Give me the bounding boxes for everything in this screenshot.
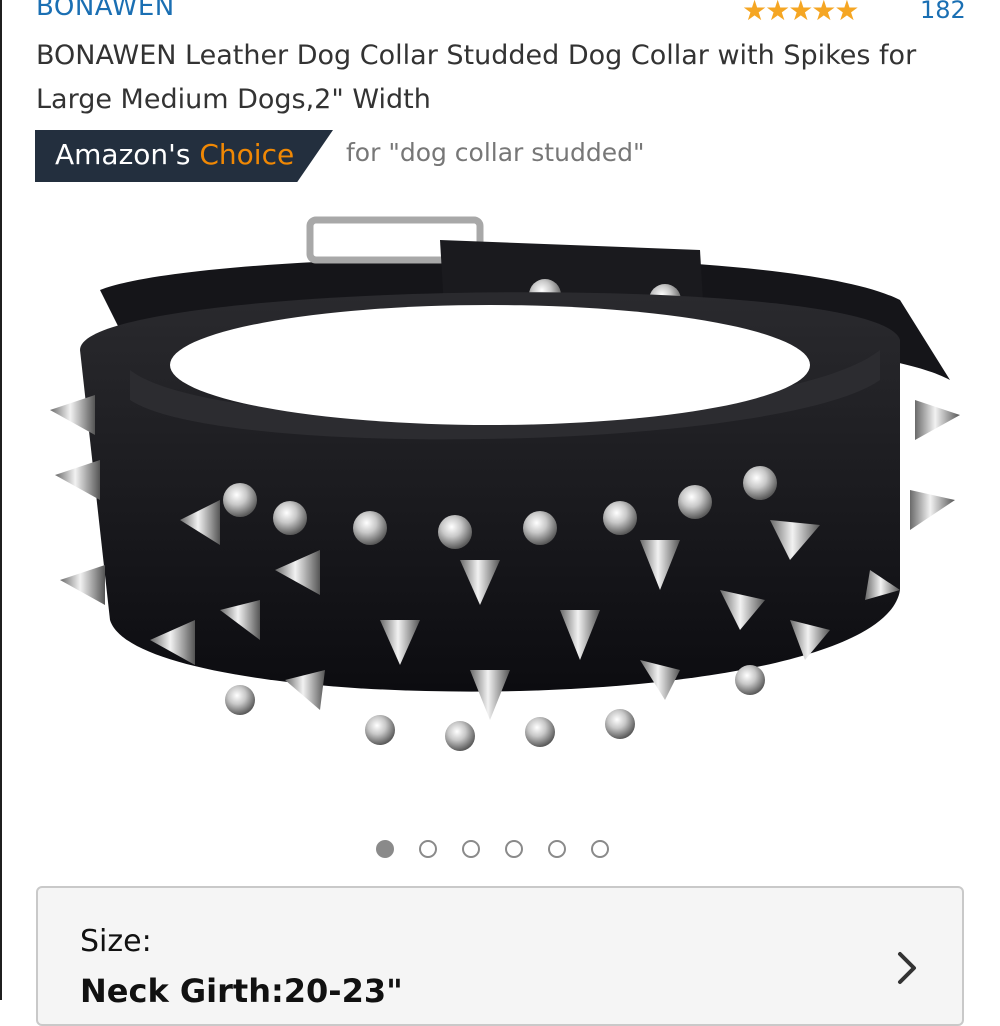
carousel-dot-2[interactable] (419, 840, 437, 858)
star-rating-icon[interactable]: ★★★★★ (742, 0, 860, 27)
product-image[interactable] (20, 200, 980, 810)
chevron-right-icon (898, 952, 916, 984)
badge-label-main: Amazon's (55, 138, 200, 171)
badge-label-highlight: Choice (199, 138, 295, 171)
carousel-dot-1[interactable] (376, 840, 394, 858)
carousel-pagination (376, 840, 609, 858)
carousel-dot-6[interactable] (591, 840, 609, 858)
amazons-choice-badge: Amazon's Choice (35, 130, 333, 182)
badge-label: Amazon's Choice (55, 138, 294, 171)
left-edge-divider (0, 0, 2, 1000)
size-selector[interactable]: Size: Neck Girth:20-23" (36, 886, 964, 1026)
brand-link[interactable]: BONAWEN (36, 0, 175, 22)
size-label: Size: (80, 924, 152, 959)
product-title: BONAWEN Leather Dog Collar Studded Dog C… (36, 40, 917, 115)
size-value: Neck Girth:20-23" (80, 972, 403, 1010)
carousel-dot-3[interactable] (462, 840, 480, 858)
carousel-dot-5[interactable] (548, 840, 566, 858)
badge-query-text: for "dog collar studded" (346, 138, 645, 167)
carousel-dot-4[interactable] (505, 840, 523, 858)
rating-count-link[interactable]: 182 (920, 0, 966, 24)
